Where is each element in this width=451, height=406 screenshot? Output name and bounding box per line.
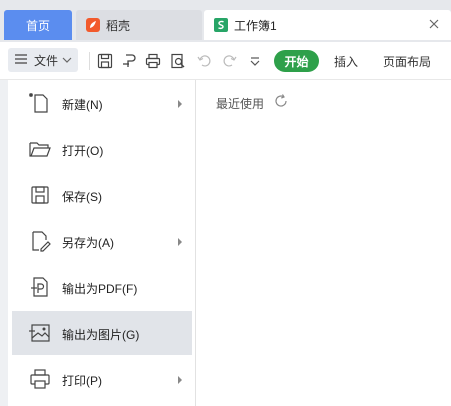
submenu-arrow-icon bbox=[176, 374, 184, 384]
tab-bar: 首页 稻壳 工作簿1 bbox=[0, 0, 451, 42]
ribbon-tab-page-layout[interactable]: 页面布局 bbox=[383, 53, 431, 70]
menu-item-new[interactable]: 新建(N) bbox=[12, 81, 192, 125]
export-pdf-icon[interactable] bbox=[120, 52, 138, 70]
hamburger-icon bbox=[14, 53, 28, 68]
tab-daoke-label: 稻壳 bbox=[106, 18, 131, 33]
chevron-down-icon bbox=[62, 53, 72, 67]
close-tab-icon[interactable] bbox=[427, 17, 441, 31]
save-icon bbox=[28, 183, 52, 207]
ribbon-tab-page-layout-label: 页面布局 bbox=[383, 55, 432, 69]
menu-item-new-label: 新建(N) bbox=[62, 98, 103, 112]
menu-item-export-pdf[interactable]: 输出为PDF(F) bbox=[12, 265, 192, 309]
toolbar-divider bbox=[89, 52, 90, 70]
toolbar: 文件 开始 插入 页面布局 bbox=[0, 42, 451, 80]
print-icon bbox=[28, 367, 52, 391]
export-image-icon bbox=[28, 321, 52, 345]
menu-item-print-label: 打印(P) bbox=[62, 374, 102, 388]
refresh-icon[interactable] bbox=[273, 93, 289, 109]
daoke-logo-icon bbox=[86, 18, 100, 32]
ribbon-tab-start[interactable]: 开始 bbox=[274, 50, 319, 72]
export-pdf-icon bbox=[28, 275, 52, 299]
tab-daoke[interactable]: 稻壳 bbox=[76, 10, 202, 40]
undo-icon[interactable] bbox=[196, 52, 214, 70]
save-icon[interactable] bbox=[96, 52, 114, 70]
file-menu-label: 文件 bbox=[34, 53, 59, 68]
spreadsheet-icon bbox=[214, 18, 228, 32]
submenu-arrow-icon bbox=[176, 236, 184, 246]
redo-icon[interactable] bbox=[220, 52, 238, 70]
tab-document[interactable]: 工作簿1 bbox=[204, 10, 451, 40]
menu-item-print[interactable]: 打印(P) bbox=[12, 357, 192, 401]
menu-item-open-label: 打开(O) bbox=[62, 144, 104, 158]
open-folder-icon bbox=[28, 137, 52, 161]
ribbon-tab-start-label: 开始 bbox=[284, 54, 309, 69]
submenu-arrow-icon bbox=[176, 98, 184, 108]
tab-home[interactable]: 首页 bbox=[4, 10, 72, 40]
print-icon[interactable] bbox=[144, 52, 162, 70]
more-dropdown-icon[interactable] bbox=[246, 52, 264, 70]
ribbon-tab-insert[interactable]: 插入 bbox=[334, 53, 358, 70]
tab-home-label: 首页 bbox=[25, 18, 50, 33]
tab-document-label: 工作簿1 bbox=[234, 18, 277, 33]
file-dropdown-menu: 新建(N) 打开(O) 保存(S) 另存为(A) 输出为PDF(F) 输出为图片… bbox=[8, 80, 196, 406]
print-preview-icon[interactable] bbox=[169, 52, 187, 70]
menu-item-save[interactable]: 保存(S) bbox=[12, 173, 192, 217]
new-file-icon bbox=[28, 91, 52, 115]
save-as-icon bbox=[28, 229, 52, 253]
file-menu-button[interactable]: 文件 bbox=[8, 48, 79, 72]
sheet-background bbox=[0, 80, 8, 406]
recent-files-title: 最近使用 bbox=[216, 97, 265, 111]
recent-files-panel: 最近使用 bbox=[196, 80, 451, 406]
menu-item-export-pdf-label: 输出为PDF(F) bbox=[62, 282, 138, 296]
menu-item-export-image[interactable]: 输出为图片(G) bbox=[12, 311, 192, 355]
menu-item-save-as[interactable]: 另存为(A) bbox=[12, 219, 192, 263]
menu-item-save-as-label: 另存为(A) bbox=[62, 236, 114, 250]
menu-item-export-image-label: 输出为图片(G) bbox=[62, 328, 140, 342]
menu-item-open[interactable]: 打开(O) bbox=[12, 127, 192, 171]
ribbon-tab-insert-label: 插入 bbox=[334, 55, 359, 69]
menu-item-save-label: 保存(S) bbox=[62, 190, 102, 204]
